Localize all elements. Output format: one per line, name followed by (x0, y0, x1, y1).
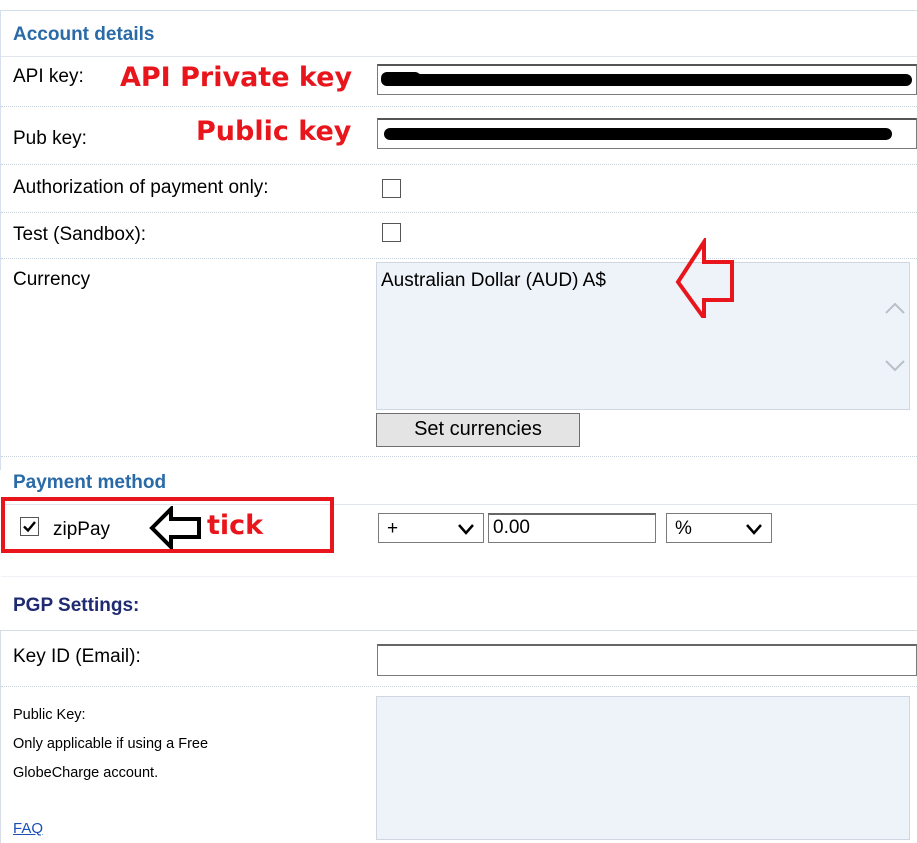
public-key-annotation: Public key (196, 116, 352, 147)
set-currencies-button[interactable]: Set currencies (376, 413, 580, 447)
currency-listbox[interactable]: Australian Dollar (AUD) A$ (376, 262, 910, 410)
public-key-textarea[interactable] (376, 696, 910, 840)
redaction-mark (384, 128, 892, 140)
row-divider (1, 456, 917, 458)
pub-key-label: Pub key: (13, 128, 87, 149)
unit-select-value: % (675, 518, 692, 539)
listbox-scrollbar[interactable] (879, 263, 909, 409)
row-divider (1, 686, 917, 688)
scroll-down-icon[interactable] (884, 359, 906, 373)
pgp-settings-heading: PGP Settings: (13, 595, 140, 616)
row-divider (1, 258, 917, 260)
section-frame-top (0, 10, 917, 11)
red-arrow-annotation-icon (675, 238, 734, 318)
test-sandbox-checkbox[interactable] (382, 223, 401, 242)
highlight-box-annotation (1, 497, 334, 553)
surcharge-unit-select[interactable]: % (666, 513, 772, 543)
surcharge-sign-select[interactable]: + (378, 513, 484, 543)
scroll-up-icon[interactable] (884, 301, 906, 315)
api-key-input[interactable] (377, 64, 917, 95)
api-key-label: API key: (13, 66, 84, 87)
row-divider (1, 164, 917, 166)
auth-only-label: Authorization of payment only: (13, 177, 269, 198)
section-frame-left (0, 630, 1, 843)
chevron-down-icon (746, 524, 762, 535)
public-key-note-line: GlobeCharge account. (13, 765, 159, 781)
redaction-mark (384, 74, 912, 86)
test-sandbox-label: Test (Sandbox): (13, 224, 147, 245)
row-divider (1, 56, 917, 57)
currency-option[interactable]: Australian Dollar (AUD) A$ (381, 270, 606, 292)
key-id-email-input[interactable] (377, 644, 917, 676)
row-divider (1, 630, 917, 631)
payment-settings-page: Account details API key: API Private key… (0, 0, 917, 843)
public-key-note-line: Only applicable if using a Free (13, 736, 209, 752)
public-key-label: Public Key: (13, 707, 86, 723)
account-details-heading: Account details (13, 24, 155, 45)
api-private-key-annotation: API Private key (120, 62, 353, 93)
redaction-mark (381, 72, 421, 86)
surcharge-amount-input[interactable]: 0.00 (488, 513, 656, 543)
auth-only-checkbox[interactable] (382, 179, 401, 198)
chevron-down-icon (458, 524, 474, 535)
sign-select-value: + (387, 518, 399, 539)
row-divider (1, 106, 917, 108)
faq-link[interactable]: FAQ (13, 820, 43, 837)
row-divider (1, 576, 917, 577)
pub-key-input[interactable] (377, 118, 917, 149)
currency-label: Currency (13, 269, 91, 290)
payment-method-heading: Payment method (13, 472, 167, 493)
row-divider (1, 212, 917, 214)
section-frame-left (0, 10, 1, 470)
key-id-label: Key ID (Email): (13, 646, 141, 667)
